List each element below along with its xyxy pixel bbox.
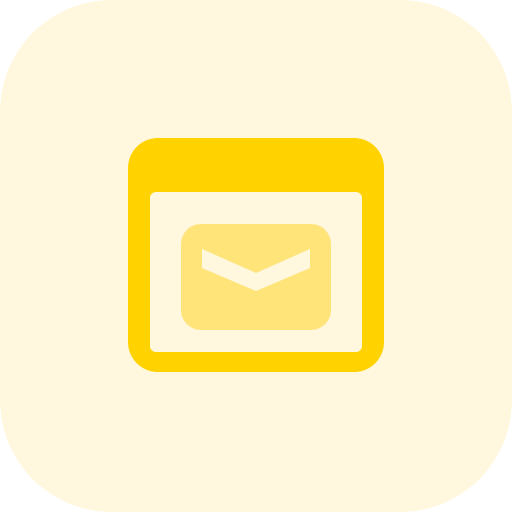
browser-mail-icon xyxy=(0,0,512,512)
app-icon-tile xyxy=(0,0,512,512)
